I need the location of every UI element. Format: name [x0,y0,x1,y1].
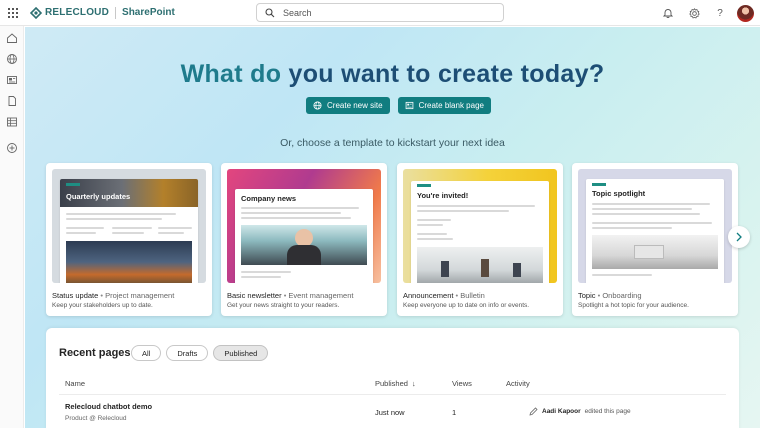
filter-published[interactable]: Published [213,345,269,361]
gear-icon [688,7,700,18]
template-preview: Topic spotlight [586,179,724,283]
chevron-right-icon [736,232,742,242]
create-new-site-label: Create new site [327,101,383,110]
template-name: Topic • Onboarding [578,291,642,300]
app-launcher-button[interactable] [0,0,26,26]
template-card-announcement[interactable]: You're invited! Announcement • Bulletin … [397,163,563,316]
carousel-next-button[interactable] [728,226,750,248]
template-name: Basic newsletter • Event management [227,291,354,300]
template-preview: Company news [235,189,373,283]
brand-divider [115,6,117,19]
waffle-icon [8,7,18,18]
settings-button[interactable] [681,0,707,26]
column-header-published[interactable]: Published ↓ [375,379,416,388]
filter-all[interactable]: All [131,345,162,361]
create-blank-page-label: Create blank page [418,101,484,110]
create-actions: Create new site Create blank page [306,97,491,114]
column-header-published-label: Published [375,379,408,388]
globe-icon [313,101,322,110]
list-icon[interactable] [6,116,18,128]
template-thumbnail: Topic spotlight [578,169,732,283]
create-new-site-button[interactable]: Create new site [306,97,390,114]
template-description: Get your news straight to your readers. [227,302,340,309]
header-divider [59,394,726,395]
search-input[interactable] [283,7,483,18]
notifications-button[interactable] [655,0,681,26]
recent-pages-panel: Recent pages All Drafts Published Name P… [46,328,739,428]
template-name: Status update • Project management [52,291,175,300]
recent-pages-filters: All Drafts Published [131,345,269,361]
thumbnail-title: Company news [241,194,297,203]
create-blank-page-button[interactable]: Create blank page [397,97,491,114]
activity-text: edited this page [584,408,631,415]
filter-drafts[interactable]: Drafts [166,345,209,361]
page-name[interactable]: Relecloud chatbot demo [65,402,152,411]
template-subtitle: Or, choose a template to kickstart your … [280,137,505,149]
page-icon [405,101,413,110]
template-thumbnail: You're invited! [403,169,557,283]
news-icon[interactable] [6,74,18,86]
brand[interactable]: RELECLOUD SharePoint [30,6,175,19]
home-icon[interactable] [6,32,18,44]
help-button[interactable]: ? [707,0,733,26]
template-name: Announcement • Bulletin [403,291,485,300]
add-circle-icon[interactable] [6,142,18,154]
template-carousel: Quarterly updates Status update • Projec… [46,163,741,316]
template-card-topic[interactable]: Topic spotlight Topic • Onboarding Spotl… [572,163,738,316]
bell-icon [663,9,673,18]
search-icon [265,7,275,17]
left-rail [0,26,24,428]
template-description: Spotlight a hot topic for your audience. [578,302,689,309]
globe-icon[interactable] [6,53,18,65]
search-box[interactable] [256,3,504,22]
template-thumbnail: Company news [227,169,381,283]
template-description: Keep everyone up to date on info or even… [403,302,530,309]
thumbnail-title: You're invited! [417,191,469,200]
page-title: What do you want to create today? [25,60,760,89]
activity-user: Aadi Kapoor [542,408,581,415]
column-header-activity[interactable]: Activity [506,379,530,388]
app-name: SharePoint [122,7,175,18]
template-preview: Quarterly updates [60,179,198,283]
template-preview: You're invited! [411,181,549,283]
template-card-status-update[interactable]: Quarterly updates Status update • Projec… [46,163,212,316]
thumbnail-title: Topic spotlight [592,189,646,198]
template-card-basic-newsletter[interactable]: Company news Basic newsletter • Event ma… [221,163,387,316]
top-right-actions: ? [655,0,754,26]
create-hero: What do you want to create today? Create… [25,27,760,428]
page-published: Just now [375,408,405,417]
thumbnail-title: Quarterly updates [66,192,131,201]
page-site: Product @ Relecloud [65,415,127,422]
page-activity: Aadi Kapoor edited this page [529,407,631,416]
title-part-1: What do [180,60,289,88]
sort-down-icon: ↓ [411,379,416,388]
brand-name: RELECLOUD [45,7,110,18]
pencil-icon [529,407,538,416]
avatar[interactable] [737,4,754,22]
template-description: Keep your stakeholders up to date. [52,302,153,309]
recent-pages-title: Recent pages [59,347,131,359]
title-part-2: you want to create today? [288,60,605,88]
relecloud-logo-icon [30,6,42,19]
column-header-name[interactable]: Name [65,379,85,388]
document-icon[interactable] [6,95,18,107]
column-header-views[interactable]: Views [452,379,472,388]
page-views: 1 [452,408,457,417]
help-icon: ? [717,7,723,19]
template-thumbnail: Quarterly updates [52,169,206,283]
top-bar: RELECLOUD SharePoint ? [0,0,760,26]
